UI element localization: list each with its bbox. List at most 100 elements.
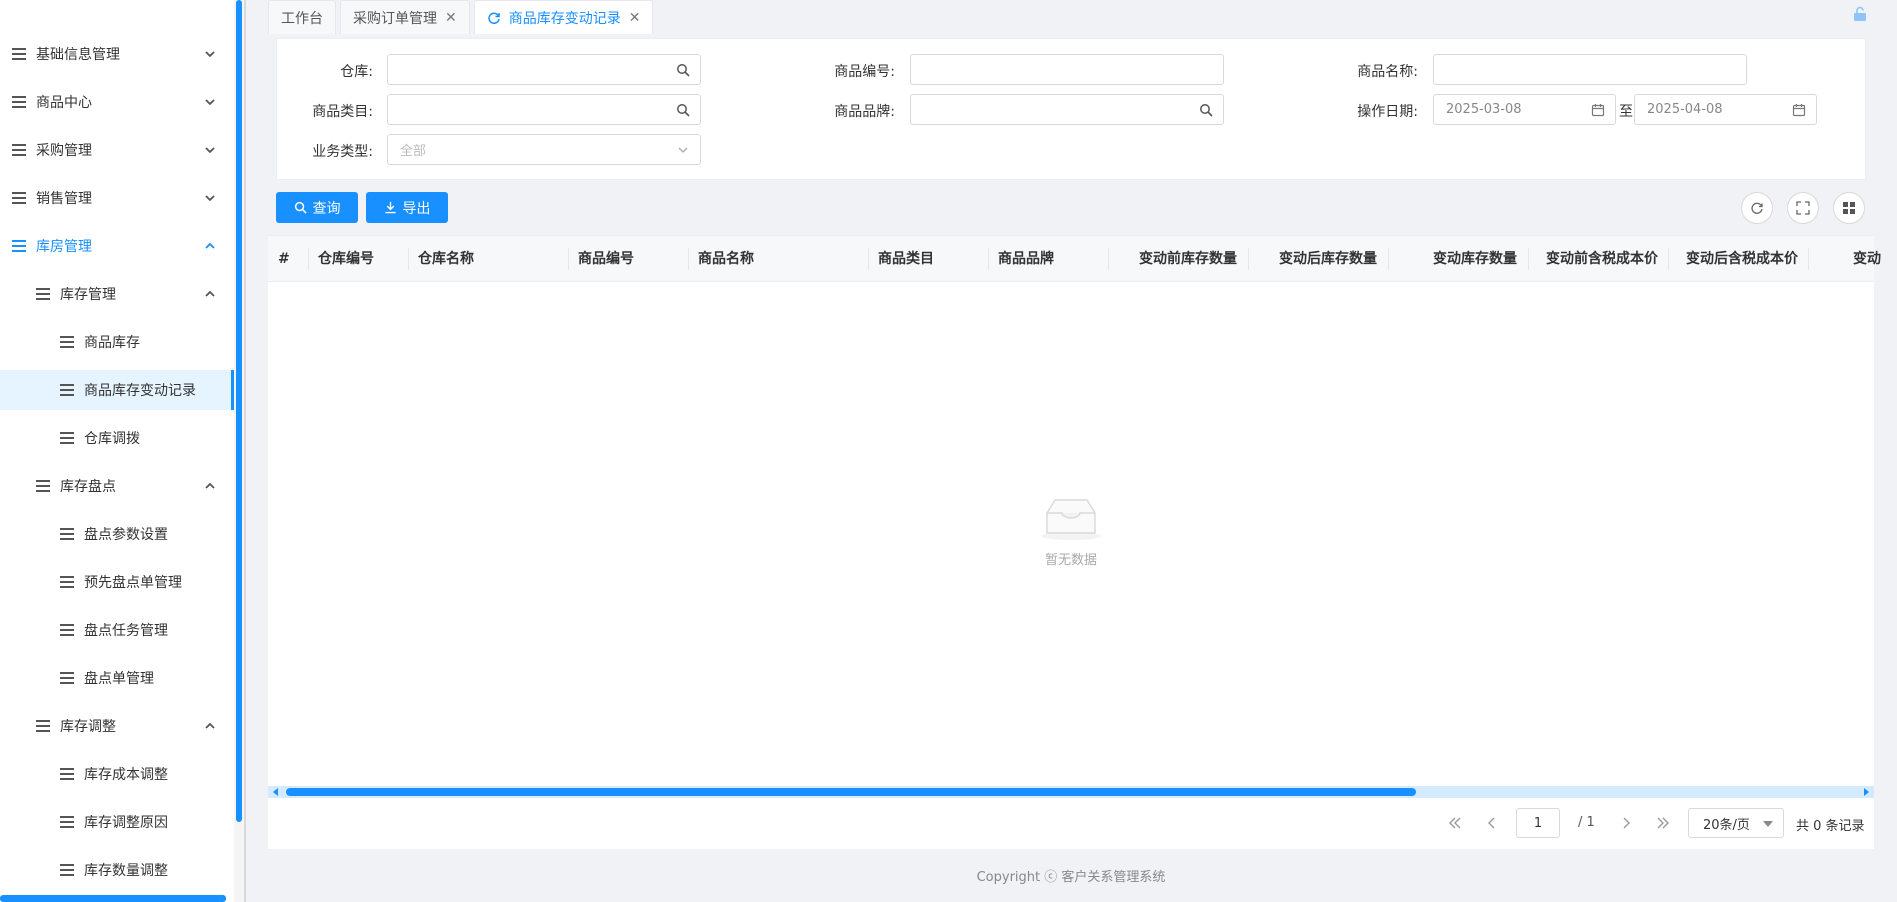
caret-down-icon bbox=[1763, 821, 1773, 827]
page-number-input[interactable]: 1 bbox=[1516, 808, 1560, 838]
search-icon[interactable] bbox=[676, 103, 690, 117]
sidebar-item-purchase[interactable]: 采购管理 bbox=[0, 130, 234, 170]
start-date-input[interactable]: 2025-03-08 bbox=[1433, 94, 1616, 125]
sidebar-item-label: 库存调整 bbox=[60, 719, 116, 735]
column-header-qty-before[interactable]: 变动前库存数量 bbox=[1139, 236, 1237, 283]
tab-label: 采购订单管理 bbox=[353, 10, 437, 27]
start-date-value: 2025-03-08 bbox=[1446, 102, 1522, 117]
end-date-input[interactable]: 2025-04-08 bbox=[1634, 94, 1817, 125]
sidebar-item-stocktaking-params[interactable]: 盘点参数设置 bbox=[0, 514, 234, 554]
sidebar-item-stocktaking-orders[interactable]: 盘点单管理 bbox=[0, 658, 234, 698]
sidebar-item-stocktaking[interactable]: 库存盘点 bbox=[0, 466, 234, 506]
sidebar-item-label: 销售管理 bbox=[36, 191, 92, 207]
last-page-icon[interactable] bbox=[1655, 815, 1671, 831]
close-icon[interactable]: ✕ bbox=[629, 10, 641, 26]
sidebar-item-label: 仓库调拨 bbox=[84, 431, 140, 447]
first-page-icon[interactable] bbox=[1447, 815, 1463, 831]
tab-workbench[interactable]: 工作台 bbox=[268, 0, 336, 34]
prev-page-icon[interactable] bbox=[1484, 815, 1500, 831]
table-scrollbar-thumb[interactable] bbox=[286, 788, 1416, 796]
search-icon[interactable] bbox=[1199, 103, 1213, 117]
sidebar-item-warehouse[interactable]: 库房管理 bbox=[0, 226, 234, 266]
query-button-label: 查询 bbox=[312, 200, 341, 217]
column-header-warehouse-name[interactable]: 仓库名称 bbox=[418, 236, 474, 283]
tab-purchase-orders[interactable]: 采购订单管理 ✕ bbox=[340, 0, 470, 34]
sidebar-item-label: 商品库存变动记录 bbox=[84, 383, 196, 399]
sidebar-item-cost-adjust[interactable]: 库存成本调整 bbox=[0, 754, 234, 794]
calendar-icon[interactable] bbox=[1591, 103, 1605, 117]
empty-state-text: 暂无数据 bbox=[1044, 553, 1097, 568]
sidebar-item-stock-adjust[interactable]: 库存调整 bbox=[0, 706, 234, 746]
search-icon[interactable] bbox=[676, 63, 690, 77]
scroll-left-icon[interactable] bbox=[270, 786, 282, 798]
menu-icon bbox=[36, 720, 50, 732]
sidebar: 基础信息管理 商品中心 采购管理 销售管理 库房管理 库存管理 商品库存 商品库… bbox=[0, 0, 234, 902]
sidebar-scrollbar-thumb[interactable] bbox=[236, 0, 242, 822]
product-name-label: 商品名称: bbox=[1357, 64, 1418, 80]
chevron-down-icon bbox=[678, 147, 688, 153]
chevron-down-icon bbox=[205, 99, 215, 106]
sidebar-item-sales[interactable]: 销售管理 bbox=[0, 178, 234, 218]
sidebar-item-adjust-reason[interactable]: 库存调整原因 bbox=[0, 802, 234, 842]
calendar-icon[interactable] bbox=[1792, 103, 1806, 117]
sidebar-item-pre-stocktaking[interactable]: 预先盘点单管理 bbox=[0, 562, 234, 602]
next-page-icon[interactable] bbox=[1618, 815, 1634, 831]
query-button[interactable]: 查询 bbox=[276, 192, 358, 223]
column-header-more[interactable]: 变动 bbox=[1853, 236, 1881, 283]
page-size-select[interactable]: 20条/页 bbox=[1688, 808, 1784, 838]
grid-layout-icon bbox=[1843, 202, 1855, 214]
sidebar-item-warehouse-transfer[interactable]: 仓库调拨 bbox=[0, 418, 234, 458]
column-header-cost-before[interactable]: 变动前含税成本价 bbox=[1546, 236, 1658, 283]
product-category-label: 商品类目: bbox=[312, 104, 373, 120]
sidebar-item-label: 采购管理 bbox=[36, 143, 92, 159]
column-header-product-category[interactable]: 商品类目 bbox=[878, 236, 934, 283]
menu-icon bbox=[60, 336, 74, 348]
column-header-qty-change[interactable]: 变动库存数量 bbox=[1433, 236, 1517, 283]
app-root: 基础信息管理 商品中心 采购管理 销售管理 库房管理 库存管理 商品库存 商品库… bbox=[0, 0, 1897, 902]
chevron-up-icon bbox=[205, 242, 215, 249]
sidebar-item-inventory-mgmt[interactable]: 库存管理 bbox=[0, 274, 234, 314]
column-header-product-code[interactable]: 商品编号 bbox=[578, 236, 634, 283]
total-pages: / 1 bbox=[1578, 815, 1595, 830]
warehouse-input[interactable] bbox=[387, 54, 701, 85]
chevron-down-icon bbox=[205, 195, 215, 202]
business-type-label: 业务类型: bbox=[312, 144, 373, 160]
column-header-product-name[interactable]: 商品名称 bbox=[698, 236, 754, 283]
product-name-input[interactable] bbox=[1433, 54, 1747, 85]
sidebar-item-label: 预先盘点单管理 bbox=[84, 575, 182, 591]
sidebar-item-product-center[interactable]: 商品中心 bbox=[0, 82, 234, 122]
scroll-right-icon[interactable] bbox=[1860, 786, 1872, 798]
product-category-input[interactable] bbox=[387, 94, 701, 125]
refresh-button[interactable] bbox=[1741, 192, 1773, 224]
menu-icon bbox=[60, 432, 74, 444]
fullscreen-icon bbox=[1796, 201, 1810, 215]
sidebar-item-label: 商品中心 bbox=[36, 95, 92, 111]
page-size-value: 20条/页 bbox=[1703, 817, 1750, 833]
sidebar-horizontal-scrollbar[interactable] bbox=[0, 895, 226, 902]
menu-icon bbox=[60, 864, 74, 876]
column-header-warehouse-code[interactable]: 仓库编号 bbox=[318, 236, 374, 283]
sidebar-item-product-stock[interactable]: 商品库存 bbox=[0, 322, 234, 362]
column-settings-button[interactable] bbox=[1833, 192, 1865, 224]
sidebar-item-label: 商品库存 bbox=[84, 335, 140, 351]
sidebar-item-qty-adjust[interactable]: 库存数量调整 bbox=[0, 850, 234, 890]
product-code-input[interactable] bbox=[910, 54, 1224, 85]
business-type-select[interactable]: 全部 bbox=[387, 134, 701, 165]
column-header-product-brand[interactable]: 商品品牌 bbox=[998, 236, 1054, 283]
tab-bar: 工作台 采购订单管理 ✕ 商品库存变动记录 ✕ bbox=[268, 0, 657, 36]
column-header-cost-after[interactable]: 变动后含税成本价 bbox=[1686, 236, 1798, 283]
column-header-qty-after[interactable]: 变动后库存数量 bbox=[1279, 236, 1377, 283]
chevron-up-icon bbox=[205, 482, 215, 489]
sidebar-item-basic-info[interactable]: 基础信息管理 bbox=[0, 34, 234, 74]
close-icon[interactable]: ✕ bbox=[445, 10, 457, 26]
fullscreen-button[interactable] bbox=[1787, 192, 1819, 224]
tab-stock-change-log[interactable]: 商品库存变动记录 ✕ bbox=[473, 0, 654, 34]
unlock-icon[interactable] bbox=[1852, 6, 1868, 22]
sidebar-item-stock-change-log[interactable]: 商品库存变动记录 bbox=[0, 370, 234, 410]
column-header-index: # bbox=[278, 251, 290, 267]
table-horizontal-scrollbar[interactable] bbox=[268, 786, 1874, 798]
export-button[interactable]: 导出 bbox=[366, 192, 448, 223]
product-brand-label: 商品品牌: bbox=[834, 104, 895, 120]
sidebar-item-stocktaking-tasks[interactable]: 盘点任务管理 bbox=[0, 610, 234, 650]
product-brand-input[interactable] bbox=[910, 94, 1224, 125]
